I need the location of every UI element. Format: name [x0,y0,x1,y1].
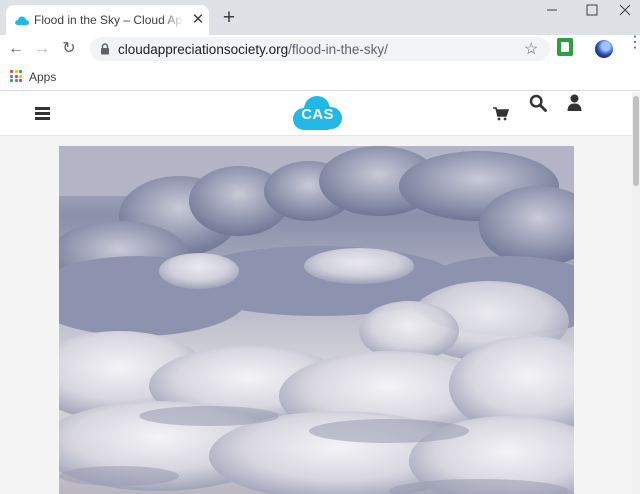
apps-grid-dot [14,74,18,78]
hero-cloud-photo [59,146,574,494]
tab-title-fade [162,11,184,29]
logo-text: CAS [301,106,334,123]
url-text[interactable]: cloudappreciationsociety.org/flood-in-th… [118,42,388,57]
site-header: CAS [0,92,632,136]
back-button[interactable]: ← [6,39,26,59]
url-path: /flood-in-the-sky/ [288,42,388,57]
new-tab-button[interactable]: + [219,7,239,28]
apps-grid-icon[interactable] [10,70,22,82]
browser-tab[interactable]: Flood in the Sky – Cloud Appreciation So… [6,5,209,35]
apps-grid-dot [19,70,22,73]
address-bar[interactable]: cloudappreciationsociety.org/flood-in-th… [90,37,550,61]
reload-button[interactable]: ↻ [59,39,79,59]
browser-menu-icon[interactable]: ⋮ [627,35,640,51]
profile-avatar[interactable] [595,40,613,58]
minimize-icon[interactable] [532,0,572,22]
close-window-icon[interactable] [605,0,640,22]
extension-icon[interactable] [557,38,573,56]
cloud-icon [15,16,29,25]
apps-grid-dot [10,70,13,73]
apps-grid-dot [14,70,18,73]
apps-grid-dot [19,79,22,82]
apps-grid-dot [10,74,13,78]
tab-strip: Flood in the Sky – Cloud Appreciation So… [0,0,640,35]
bookmark-star-icon[interactable]: ☆ [524,39,538,59]
forward-button[interactable]: → [32,39,52,59]
lock-icon [101,43,109,55]
search-icon[interactable] [529,94,547,112]
scrollbar-thumb[interactable] [633,96,639,186]
browser-toolbar: ← → ↻ cloudappreciationsociety.org/flood… [0,35,640,63]
apps-bookmark[interactable]: Apps [29,70,56,84]
apps-grid-dot [14,79,18,82]
tab-title: Flood in the Sky – Cloud Appreciation So… [34,13,182,27]
bookmarks-bar: Apps [0,63,640,91]
apps-grid-dot [19,74,22,78]
url-domain: cloudappreciationsociety.org [118,42,289,57]
menu-icon[interactable] [35,107,50,120]
cart-icon[interactable] [493,107,509,121]
tab-close-icon[interactable]: ✕ [190,12,206,28]
site-logo[interactable]: CAS [290,94,345,134]
apps-grid-dot [10,79,13,82]
user-icon[interactable] [567,94,582,111]
